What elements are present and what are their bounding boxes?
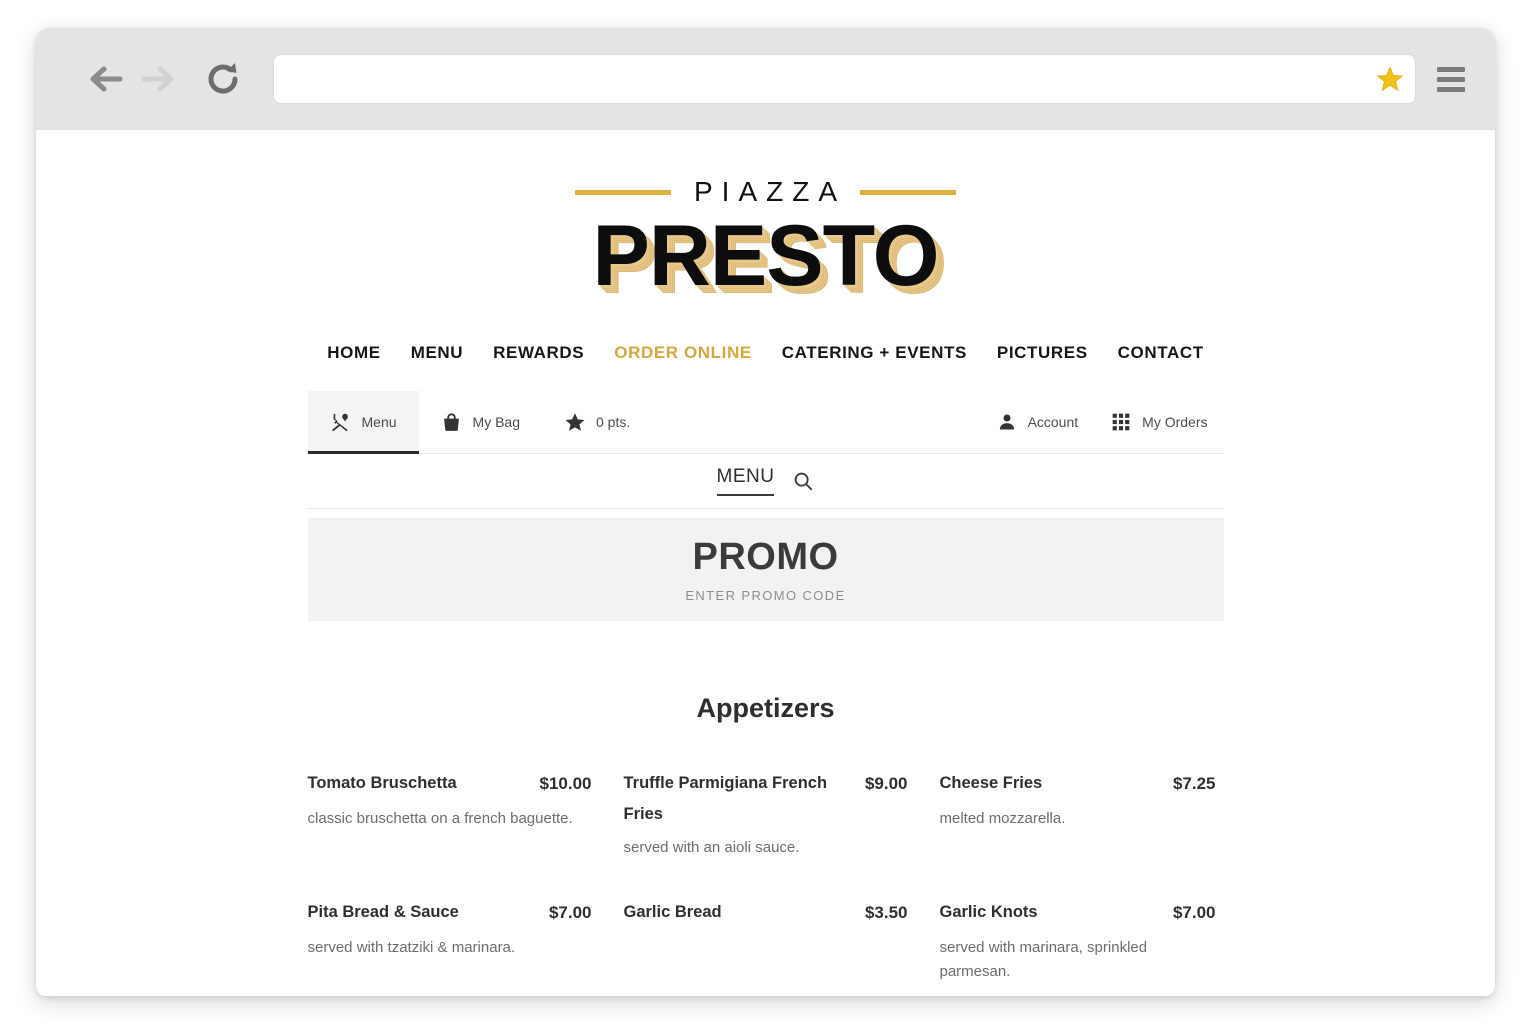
back-arrow-icon	[86, 63, 126, 95]
nav-item-menu[interactable]: MENU	[411, 343, 463, 363]
grid-icon	[1110, 411, 1132, 433]
widget-tab-bar: Menu My Bag 0 pts. Account My Orders	[307, 391, 1224, 455]
site-logo[interactable]: PIAZZA PRESTO	[556, 176, 976, 301]
widget-tab-label: 0 pts.	[596, 414, 631, 431]
nav-item-pictures[interactable]: PICTURES	[997, 343, 1088, 363]
promo-banner[interactable]: PROMO ENTER PROMO CODE	[307, 518, 1224, 622]
menu-item-description: served with marinara, sprinkled parmesan…	[939, 938, 1148, 981]
widget-tab-label: My Bag	[472, 414, 520, 431]
promo-subtitle: ENTER PROMO CODE	[685, 588, 846, 604]
star-icon	[564, 411, 586, 433]
menu-item-name: Tomato Bruschetta	[307, 774, 457, 793]
logo-top-row: PIAZZA	[556, 176, 976, 208]
logo-piazza-text: PIAZZA	[693, 176, 846, 207]
fork-and-spoon-icon	[330, 411, 352, 433]
menu-items-grid: Tomato Bruschetta $10.00 classic brusche…	[308, 768, 1224, 985]
widget-tab-points[interactable]: 0 pts.	[542, 391, 652, 453]
forward-arrow-icon	[138, 63, 178, 95]
menu-item-description: melted mozzarella.	[939, 809, 1066, 827]
menu-item-header: Tomato Bruschetta $10.00	[308, 768, 592, 799]
menu-item-price: $9.00	[864, 774, 908, 794]
back-button[interactable]	[80, 53, 132, 105]
menu-item[interactable]: Truffle Parmigiana French Fries $9.00 se…	[624, 768, 908, 861]
browser-window: PIAZZA PRESTO HOME MENU REWARDS ORDER ON…	[36, 28, 1495, 996]
star-icon[interactable]	[1375, 64, 1405, 94]
hamburger-menu-icon[interactable]	[1429, 57, 1473, 101]
logo-presto-text: PRESTO	[592, 208, 939, 304]
widget-tab-label: Menu	[361, 414, 397, 431]
hamburger-bar	[1437, 86, 1465, 92]
menu-item-name: Garlic Knots	[939, 903, 1038, 922]
browser-toolbar	[36, 28, 1495, 130]
widget-tab-my-bag[interactable]: My Bag	[419, 391, 542, 453]
nav-item-home[interactable]: HOME	[327, 343, 380, 363]
menu-item-header: Garlic Knots $7.00	[940, 897, 1224, 928]
menu-item-price: $10.00	[539, 774, 592, 794]
nav-item-catering-events[interactable]: CATERING + EVENTS	[782, 343, 967, 363]
menu-item[interactable]: Garlic Bread $3.50	[624, 897, 908, 985]
menu-item[interactable]: Cheese Fries $7.25 melted mozzarella.	[940, 768, 1224, 861]
reload-button[interactable]	[198, 53, 250, 105]
menu-item-header: Cheese Fries $7.25	[940, 768, 1224, 799]
menu-item-description: classic bruschetta on a french baguette.	[307, 809, 573, 827]
menu-item-name: Pita Bread & Sauce	[307, 903, 459, 922]
logo-rule-left	[574, 189, 671, 195]
menu-item-description: served with tzatziki & marinara.	[307, 938, 516, 956]
menu-item-header: Garlic Bread $3.50	[624, 897, 908, 928]
forward-button	[132, 53, 184, 105]
menu-item-price: $7.25	[1172, 774, 1216, 794]
online-ordering-widget: Menu My Bag 0 pts. Account My Orders MEN…	[307, 391, 1224, 985]
nav-item-contact[interactable]: CONTACT	[1118, 343, 1204, 363]
menu-item[interactable]: Tomato Bruschetta $10.00 classic brusche…	[308, 768, 592, 861]
menu-item-name: Garlic Bread	[623, 903, 722, 922]
hamburger-bar	[1437, 66, 1465, 72]
page-viewport: PIAZZA PRESTO HOME MENU REWARDS ORDER ON…	[36, 130, 1495, 996]
hamburger-bar	[1437, 76, 1465, 82]
menu-item-price: $7.00	[548, 903, 592, 923]
search-icon[interactable]	[792, 470, 814, 492]
menu-item-price: $7.00	[1172, 903, 1216, 923]
widget-tab-menu[interactable]: Menu	[307, 391, 419, 455]
menu-item-name: Truffle Parmigiana French Fries	[623, 774, 828, 823]
menu-item[interactable]: Pita Bread & Sauce $7.00 served with tza…	[308, 897, 592, 985]
section-title: Appetizers	[696, 693, 835, 724]
main-navigation: HOME MENU REWARDS ORDER ONLINE CATERING …	[36, 343, 1495, 363]
menu-item-header: Truffle Parmigiana French Fries $9.00	[624, 768, 908, 829]
promo-title: PROMO	[692, 536, 839, 579]
menu-item-description: served with an aioli sauce.	[623, 839, 800, 857]
widget-tab-my-orders[interactable]: My Orders	[1094, 391, 1223, 453]
nav-item-rewards[interactable]: REWARDS	[493, 343, 584, 363]
person-icon	[996, 411, 1018, 433]
menu-item[interactable]: Garlic Knots $7.00 served with marinara,…	[940, 897, 1224, 985]
menu-item-name: Cheese Fries	[939, 774, 1043, 793]
menu-item-price: $3.50	[864, 903, 908, 923]
menu-tab-label[interactable]: MENU	[716, 466, 775, 497]
widget-tab-label: My Orders	[1142, 414, 1208, 431]
address-bar[interactable]	[274, 55, 1415, 103]
shopping-bag-icon	[441, 411, 463, 433]
menu-item-header: Pita Bread & Sauce $7.00	[308, 897, 592, 928]
reload-icon	[206, 60, 242, 98]
tab-bar-spacer	[652, 391, 979, 453]
nav-item-order-online[interactable]: ORDER ONLINE	[614, 343, 752, 363]
widget-tab-account[interactable]: Account	[980, 391, 1095, 453]
widget-tab-label: Account	[1027, 414, 1079, 431]
logo-rule-right	[860, 189, 956, 195]
menu-sub-bar: MENU	[307, 454, 1224, 510]
